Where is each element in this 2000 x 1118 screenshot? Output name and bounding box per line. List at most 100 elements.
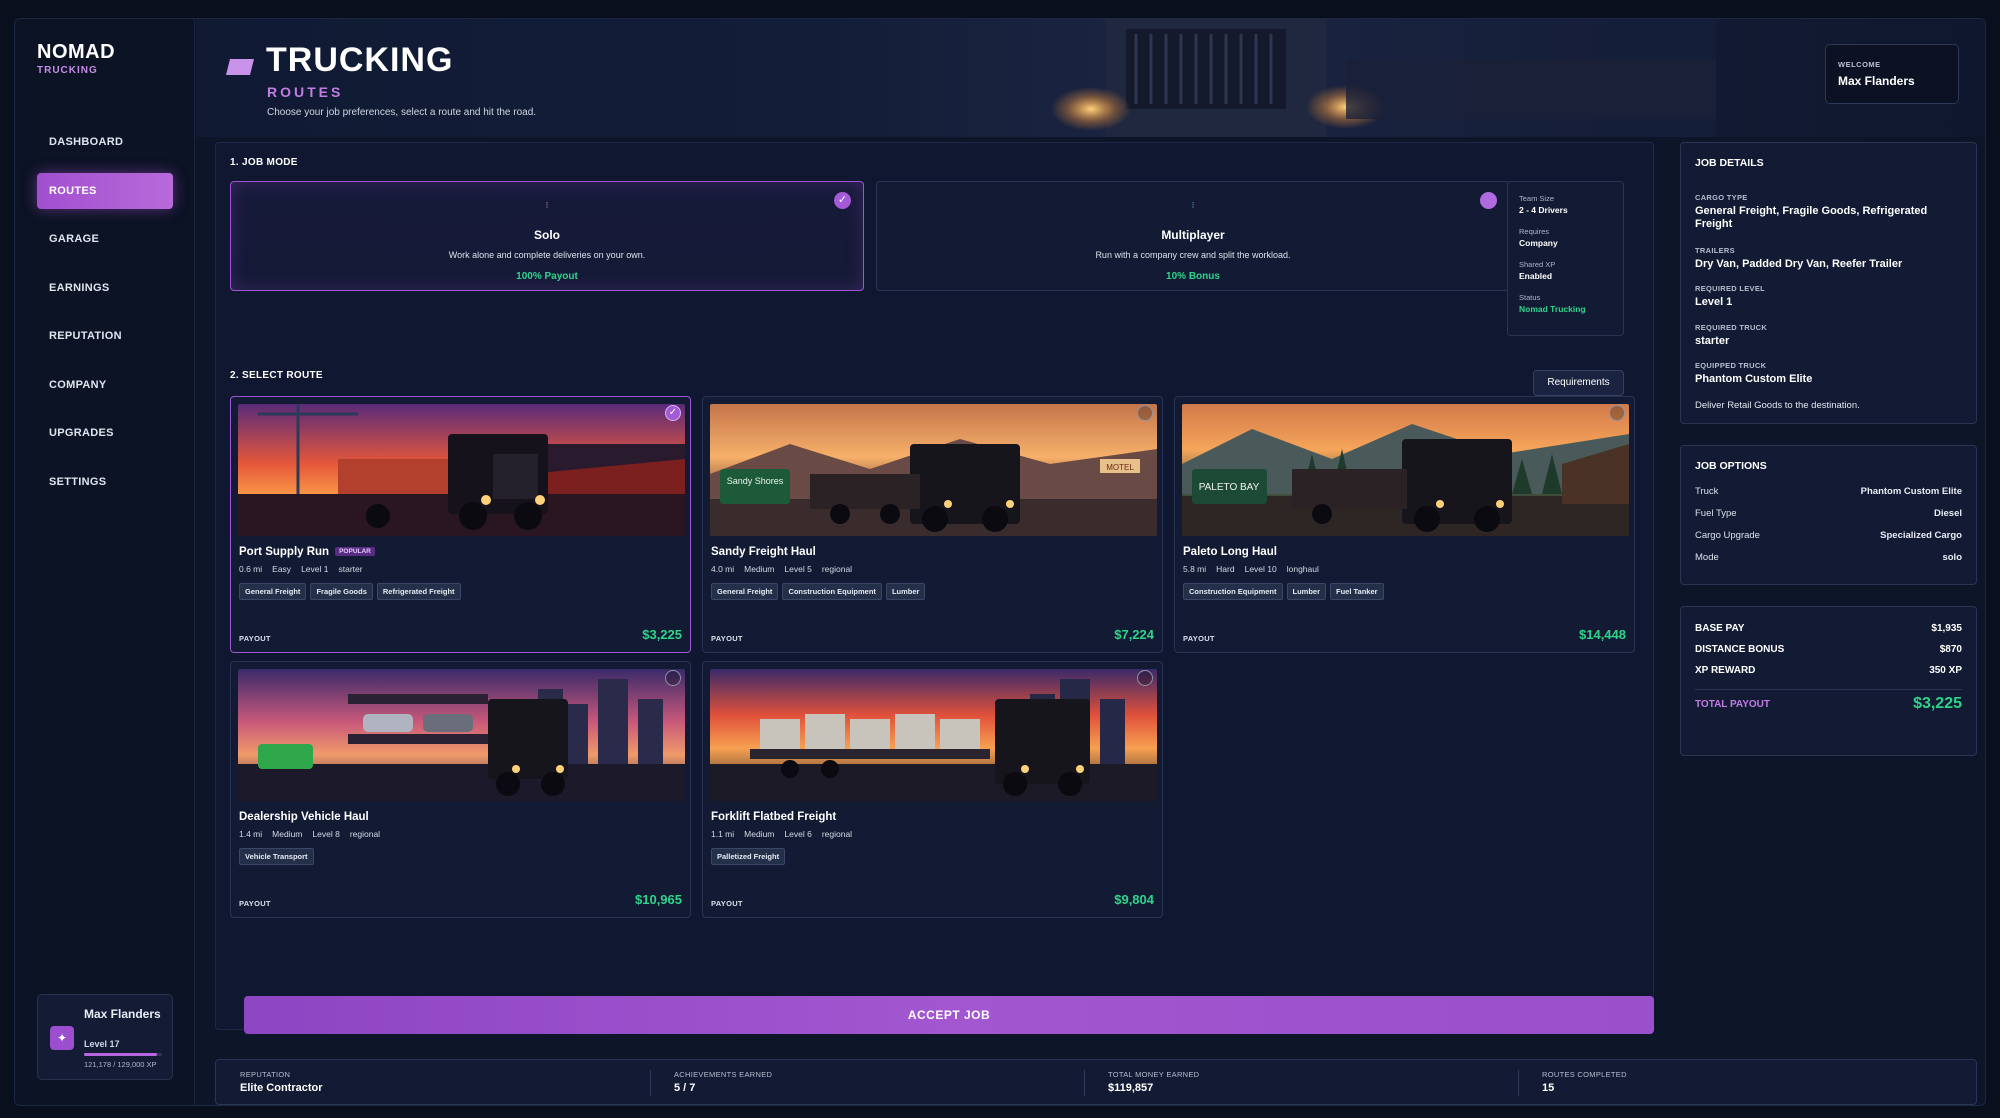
route-distance: 1.1 mi bbox=[711, 829, 735, 839]
paleto-bay-sign: PALETO BAY bbox=[1199, 482, 1260, 493]
route-truck: starter bbox=[338, 564, 363, 574]
detail-row: TRAILERS Dry Van, Padded Dry Van, Reefer… bbox=[1695, 246, 1965, 271]
route-card-sandy-freight[interactable]: Sandy Shores MOTEL Sandy Freight Haul 4.… bbox=[702, 396, 1163, 653]
profile-level: Level 17 bbox=[84, 1039, 120, 1049]
stat-reputation: REPUTATION Elite Contractor bbox=[240, 1070, 323, 1094]
stat-value: 5 / 7 bbox=[674, 1082, 696, 1094]
route-card-paleto-long[interactable]: PALETO BAY Paleto Long Haul 5.8 mi Hard Le… bbox=[1174, 396, 1635, 653]
job-options-title: JOB OPTIONS bbox=[1695, 460, 1767, 472]
app-window: NOMAD TRUCKING DASHBOARD ROUTES GARAGE E… bbox=[14, 18, 1986, 1106]
job-details-panel: JOB DETAILS CARGO TYPE General Freight, … bbox=[1680, 142, 1977, 424]
sidebar-item-garage[interactable]: GARAGE bbox=[37, 221, 173, 257]
stat-achievements: ACHIEVEMENTS EARNED 5 / 7 bbox=[674, 1070, 772, 1094]
team-info-row: Requires Company bbox=[1519, 227, 1558, 248]
stat-key: ROUTES COMPLETED bbox=[1542, 1070, 1627, 1079]
mode-card-solo[interactable]: ⁝ Solo Work alone and complete deliverie… bbox=[230, 181, 864, 291]
total-payout-value: $3,225 bbox=[1913, 695, 1962, 712]
detail-row: EQUIPPED TRUCK Phantom Custom Elite bbox=[1695, 361, 1965, 386]
option-key: Truck bbox=[1695, 486, 1719, 497]
job-note: Deliver Retail Goods to the destination. bbox=[1695, 400, 1860, 411]
motel-sign: MOTEL bbox=[1106, 463, 1134, 472]
route-difficulty: Medium bbox=[744, 564, 775, 574]
sidebar-item-earnings[interactable]: EARNINGS bbox=[37, 270, 173, 306]
sidebar-item-company[interactable]: COMPANY bbox=[37, 367, 173, 403]
route-flag-icon bbox=[226, 59, 254, 75]
payout-label: PAYOUT bbox=[239, 634, 271, 643]
stat-value: $119,857 bbox=[1108, 1082, 1154, 1094]
stat-key: REPUTATION bbox=[240, 1070, 291, 1079]
route-name: Forklift Flatbed Freight bbox=[711, 811, 836, 823]
route-name: Sandy Freight Haul bbox=[711, 546, 816, 558]
route-name-text: Paleto Long Haul bbox=[1183, 546, 1277, 558]
route-difficulty: Medium bbox=[744, 829, 775, 839]
job-mode-title: 1. JOB MODE bbox=[230, 157, 298, 168]
total-payout-row: TOTAL PAYOUT $3,225 bbox=[1695, 695, 1962, 713]
route-name-text: Sandy Freight Haul bbox=[711, 546, 816, 558]
team-info-key: Shared XP bbox=[1519, 260, 1556, 269]
payout-value: $7,224 bbox=[1114, 627, 1154, 642]
detail-key: CARGO TYPE bbox=[1695, 193, 1748, 202]
profile-card[interactable]: ✦ Max Flanders Level 17 121,178 / 129,00… bbox=[37, 994, 173, 1080]
xp-progress-bar bbox=[84, 1053, 162, 1056]
route-name: Dealership Vehicle Haul bbox=[239, 811, 369, 823]
radio-icon bbox=[1137, 670, 1153, 686]
payout-key: BASE PAY bbox=[1695, 623, 1745, 634]
route-truck: regional bbox=[821, 829, 853, 839]
payout-label: PAYOUT bbox=[1183, 634, 1215, 643]
payout-label: PAYOUT bbox=[239, 899, 271, 908]
route-image bbox=[238, 669, 685, 801]
stat-routes-completed: ROUTES COMPLETED 15 bbox=[1542, 1070, 1627, 1094]
page-description: Choose your job preferences, select a ro… bbox=[267, 107, 537, 118]
cargo-tag: General Freight bbox=[239, 583, 307, 600]
detail-row: CARGO TYPE General Freight, Fragile Good… bbox=[1695, 193, 1965, 231]
sidebar-item-upgrades[interactable]: UPGRADES bbox=[37, 415, 173, 451]
detail-key: EQUIPPED TRUCK bbox=[1695, 361, 1767, 370]
payout-label: PAYOUT bbox=[711, 899, 743, 908]
route-distance: 0.6 mi bbox=[239, 564, 263, 574]
divider bbox=[1695, 689, 1962, 690]
route-truck: regional bbox=[821, 564, 853, 574]
profile-name: Max Flanders bbox=[84, 1007, 161, 1021]
sidebar-item-routes[interactable]: ROUTES bbox=[37, 172, 173, 209]
detail-row: REQUIRED LEVEL Level 1 bbox=[1695, 284, 1965, 309]
cargo-tag: Lumber bbox=[885, 583, 926, 600]
radio-icon bbox=[1137, 405, 1153, 421]
cargo-tag: Refrigerated Freight bbox=[376, 583, 461, 600]
team-info-key: Team Size bbox=[1519, 194, 1555, 203]
detail-key: TRAILERS bbox=[1695, 246, 1735, 255]
main-panel: 1. JOB MODE ⁝ Solo Work alone and comple… bbox=[215, 142, 1654, 1034]
route-card-forklift-flatbed[interactable]: Forklift Flatbed Freight 1.1 mi Medium Lev… bbox=[702, 661, 1163, 918]
stat-key: TOTAL MONEY EARNED bbox=[1108, 1070, 1200, 1079]
option-key: Mode bbox=[1695, 552, 1719, 563]
option-key: Fuel Type bbox=[1695, 508, 1737, 519]
mode-bonus: 100% Payout bbox=[516, 271, 578, 282]
route-tags: Palletized Freight bbox=[711, 846, 789, 865]
team-info-row: Shared XP Enabled bbox=[1519, 260, 1555, 281]
detail-value: Dry Van, Padded Dry Van, Reefer Trailer bbox=[1695, 258, 1903, 270]
route-card-dealership-vehicle[interactable]: Dealership Vehicle Haul 1.4 mi Medium Leve… bbox=[230, 661, 691, 918]
mode-card-multiplayer[interactable]: ⁝ Multiplayer Run with a company crew an… bbox=[876, 181, 1510, 291]
accept-job-button[interactable]: ACCEPT JOB bbox=[244, 996, 1654, 1034]
sidebar-item-settings[interactable]: SETTINGS bbox=[37, 464, 173, 500]
brand-sub: TRUCKING bbox=[37, 65, 98, 76]
detail-key: REQUIRED TRUCK bbox=[1695, 323, 1768, 332]
route-truck: regional bbox=[349, 829, 381, 839]
route-meta: 0.6 mi Easy Level 1 starter bbox=[239, 564, 373, 574]
route-image: Sandy Shores MOTEL bbox=[710, 404, 1157, 536]
route-distance: 1.4 mi bbox=[239, 829, 263, 839]
route-card-port-supply[interactable]: ✓ Port Supply Run POPULAR 0.6 mi Easy Level… bbox=[230, 396, 691, 653]
team-info-value: Nomad Trucking bbox=[1519, 304, 1586, 314]
job-options-panel: JOB OPTIONS Truck Phantom Custom Elite Fu… bbox=[1680, 445, 1977, 585]
requirements-button[interactable]: Requirements bbox=[1533, 370, 1624, 396]
solo-icon: ⁝ bbox=[545, 200, 549, 210]
route-distance: 4.0 mi bbox=[711, 564, 735, 574]
team-info-value: Company bbox=[1519, 238, 1558, 248]
sidebar-item-reputation[interactable]: REPUTATION bbox=[37, 318, 173, 354]
payout-amount: 350 XP bbox=[1929, 665, 1962, 676]
route-level: Level 1 bbox=[301, 564, 329, 574]
route-meta: 5.8 mi Hard Level 10 longhaul bbox=[1183, 564, 1329, 574]
route-name: Paleto Long Haul bbox=[1183, 546, 1277, 558]
team-info-key: Requires bbox=[1519, 227, 1550, 236]
sidebar-item-dashboard[interactable]: DASHBOARD bbox=[37, 124, 173, 160]
mode-title: Multiplayer bbox=[1161, 228, 1225, 242]
